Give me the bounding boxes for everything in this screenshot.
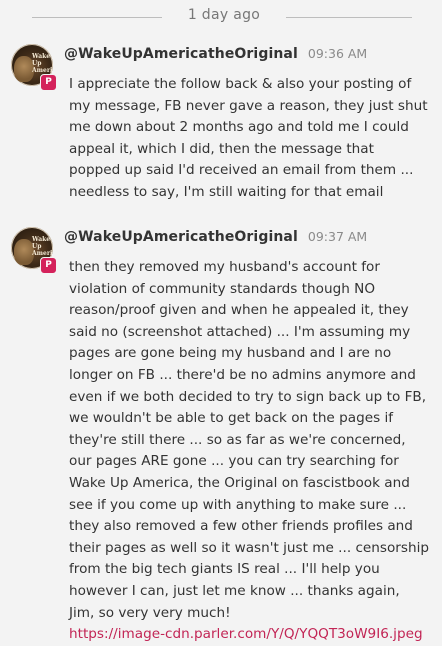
message-item: Wake Up America P @WakeUpAmericatheOrigi… [0, 44, 442, 204]
parler-badge-icon: P [40, 257, 57, 274]
avatar-logo-text: Wake Up America [32, 236, 53, 257]
attachment-link[interactable]: https://image-cdn.parler.com/Y/Q/YQQT3oW… [69, 624, 429, 646]
date-divider-label: 1 day ago [187, 7, 261, 23]
date-divider: 1 day ago [0, 0, 442, 32]
message-text: then they removed my husband's account f… [69, 259, 430, 621]
divider-line-left [32, 17, 162, 18]
message-header: @WakeUpAmericatheOriginal 09:37 AM [64, 229, 367, 249]
timestamp: 09:36 AM [307, 46, 368, 61]
timestamp: 09:37 AM [307, 229, 368, 244]
username[interactable]: @WakeUpAmericatheOriginal [64, 229, 298, 245]
divider-line-right [286, 17, 412, 18]
message-body: then they removed my husband's account f… [69, 257, 429, 646]
message-item: Wake Up America P @WakeUpAmericatheOrigi… [0, 227, 442, 642]
message-text: I appreciate the follow back & also your… [69, 76, 428, 200]
avatar-logo-text: Wake Up America [32, 53, 53, 74]
avatar[interactable]: Wake Up America P [11, 44, 57, 91]
message-header: @WakeUpAmericatheOriginal 09:36 AM [64, 46, 367, 66]
username[interactable]: @WakeUpAmericatheOriginal [64, 46, 298, 62]
avatar[interactable]: Wake Up America P [11, 227, 57, 274]
parler-badge-icon: P [40, 74, 57, 91]
